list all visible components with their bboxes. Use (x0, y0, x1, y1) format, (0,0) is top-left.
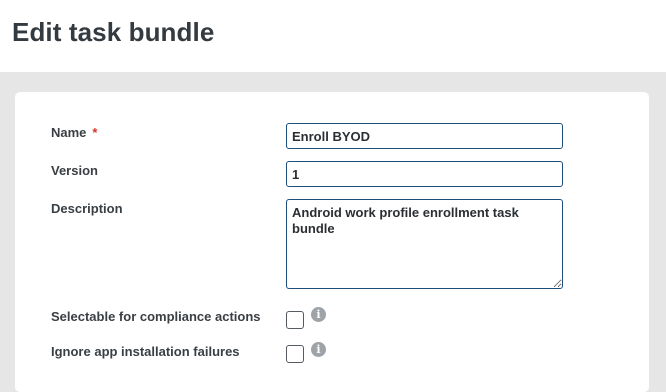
name-input[interactable] (286, 123, 563, 149)
page-title: Edit task bundle (12, 17, 215, 47)
selectable-compliance-checkbox[interactable] (286, 311, 304, 329)
info-icon[interactable]: i (311, 342, 326, 357)
version-input[interactable] (286, 161, 563, 187)
selectable-compliance-label: Selectable for compliance actions (51, 309, 261, 324)
required-indicator: * (92, 125, 98, 140)
name-label: Name * (51, 125, 97, 140)
description-textarea[interactable]: Android work profile enrollment task bun… (286, 199, 563, 289)
page-header: Edit task bundle (0, 0, 666, 72)
ignore-app-failures-checkbox[interactable] (286, 345, 304, 363)
version-label: Version (51, 163, 98, 178)
description-label: Description (51, 201, 123, 216)
info-icon[interactable]: i (311, 307, 326, 322)
ignore-app-failures-label: Ignore app installation failures (51, 344, 240, 359)
name-label-text: Name (51, 125, 87, 140)
